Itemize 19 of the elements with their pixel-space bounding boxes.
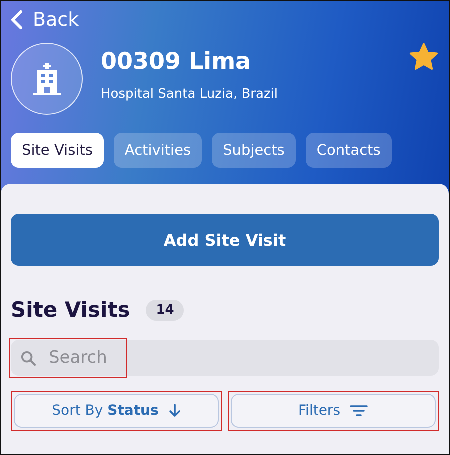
sort-button[interactable]: Sort By Status — [14, 394, 219, 428]
count-badge: 14 — [146, 300, 184, 320]
add-site-visit-button[interactable]: Add Site Visit — [11, 214, 439, 266]
chevron-left-icon — [11, 10, 23, 30]
star-icon[interactable] — [409, 43, 439, 71]
tab[interactable]: Subjects — [212, 133, 296, 168]
arrow-down-icon — [168, 404, 181, 418]
search-icon — [21, 350, 36, 366]
site-title: 00309 Lima — [101, 48, 252, 74]
filters-button[interactable]: Filters — [231, 394, 436, 428]
site-subtitle: Hospital Santa Luzia, Brazil — [101, 86, 280, 102]
filter-icon — [350, 405, 368, 417]
building-icon — [32, 62, 62, 96]
section-title: Site Visits — [11, 298, 130, 322]
search-field[interactable]: Search — [11, 340, 439, 376]
tab[interactable]: Activities — [114, 133, 202, 168]
tab[interactable]: Site Visits — [11, 133, 104, 168]
back-button[interactable]: Back — [11, 9, 80, 31]
tab[interactable]: Contacts — [306, 133, 392, 168]
